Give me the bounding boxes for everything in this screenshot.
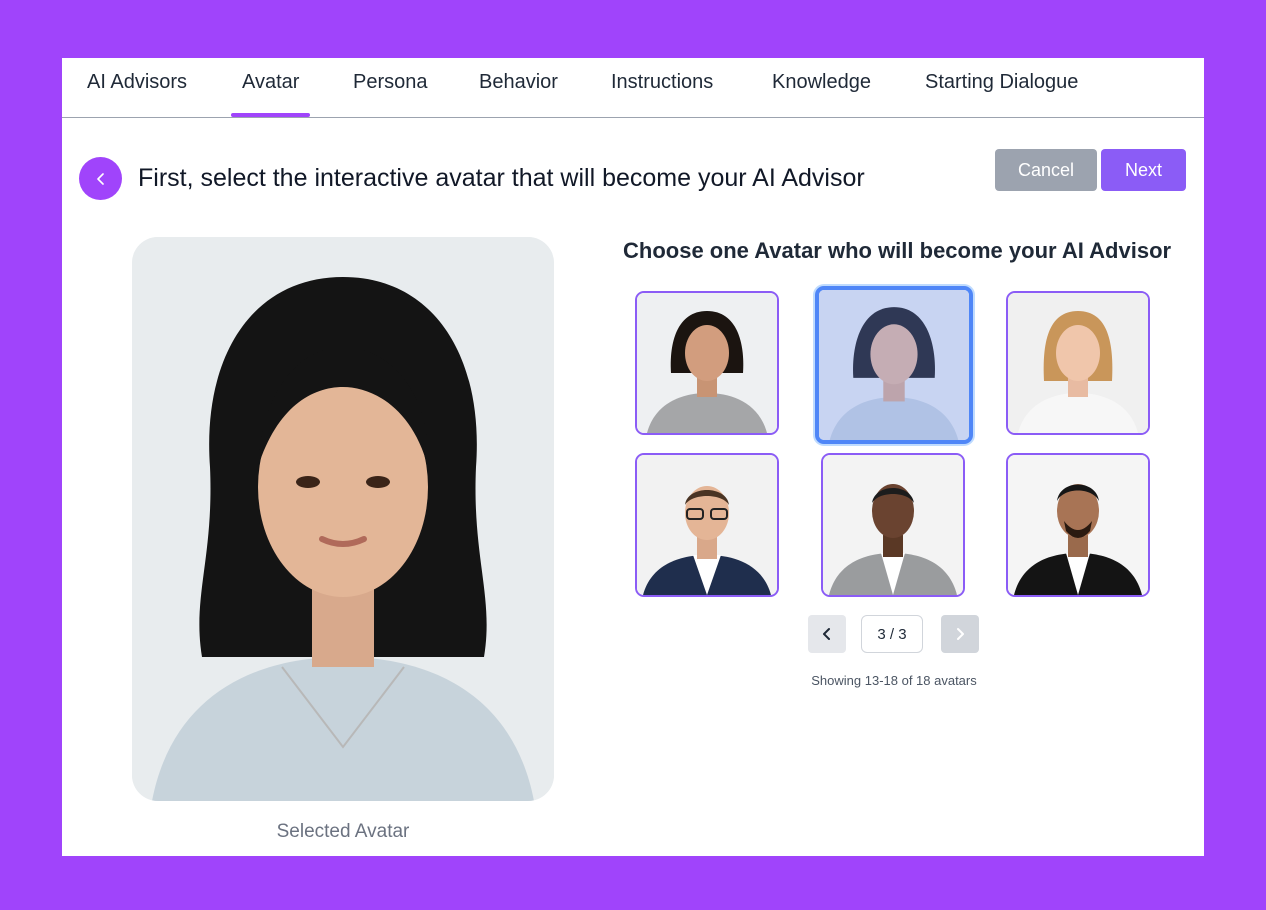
tab-bar: AI Advisors Avatar Persona Behavior Inst…: [62, 58, 1204, 118]
avatar-setup-panel: AI Advisors Avatar Persona Behavior Inst…: [62, 58, 1204, 856]
chooser-title: Choose one Avatar who will become your A…: [623, 238, 1172, 263]
avatar-thumbnail[interactable]: [635, 453, 779, 597]
pagination-summary: Showing 13-18 of 18 avatars: [811, 673, 977, 688]
avatar-thumbnail[interactable]: [821, 453, 965, 597]
avatar-thumbnail[interactable]: [1006, 453, 1150, 597]
back-button[interactable]: [79, 157, 122, 200]
tab-persona[interactable]: Persona: [353, 58, 428, 117]
avatar-thumbnail[interactable]: [635, 291, 779, 435]
tab-ai-advisors[interactable]: AI Advisors: [87, 58, 187, 117]
page-indicator: 3 / 3: [861, 615, 923, 653]
tab-behavior[interactable]: Behavior: [479, 58, 558, 117]
tab-instructions[interactable]: Instructions: [611, 58, 713, 117]
avatar-thumbnail[interactable]: [1006, 291, 1150, 435]
selected-avatar-image: [132, 237, 554, 801]
chevron-right-icon: [957, 628, 964, 640]
tab-starting-dialogue[interactable]: Starting Dialogue: [925, 58, 1078, 117]
avatar-thumbnail-selected[interactable]: [815, 286, 973, 444]
previous-page-button[interactable]: [808, 615, 846, 653]
chevron-left-icon: [823, 628, 830, 640]
next-page-button[interactable]: [941, 615, 979, 653]
tab-knowledge[interactable]: Knowledge: [772, 58, 871, 117]
selected-avatar-caption: Selected Avatar: [276, 821, 410, 842]
next-button[interactable]: Next: [1101, 149, 1186, 191]
page-title: First, select the interactive avatar tha…: [138, 164, 865, 192]
cancel-button[interactable]: Cancel: [995, 149, 1097, 191]
tab-avatar[interactable]: Avatar: [230, 58, 311, 117]
chevron-left-icon: [96, 172, 104, 185]
